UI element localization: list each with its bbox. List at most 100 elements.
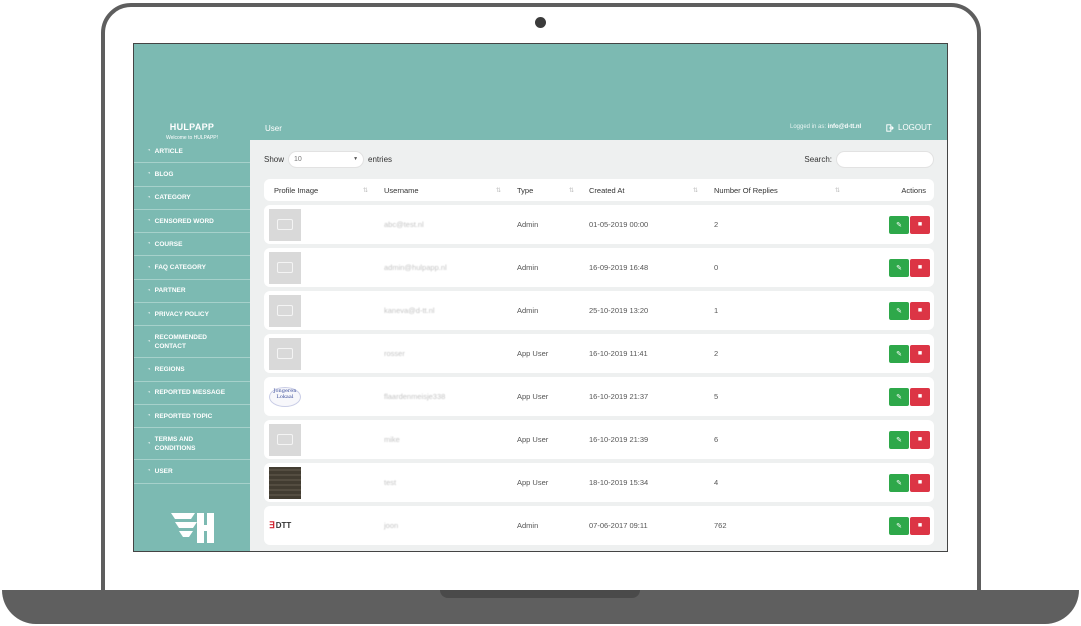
trash-icon: ■: [917, 522, 923, 529]
delete-button[interactable]: ■: [910, 344, 930, 363]
laptop-mockup: HULPAPP Welcome to HULPAPP! User Logged …: [0, 0, 1081, 626]
sort-icon: ⇅: [362, 187, 368, 194]
edit-button[interactable]: ✎: [889, 258, 909, 277]
column-header-actions: Actions: [846, 179, 934, 201]
sidebar-item-user[interactable]: ◔ USER: [134, 460, 250, 484]
dashboard-icon: ◔: [147, 194, 151, 201]
logout-button[interactable]: LOGOUT: [886, 123, 932, 132]
dtt-logo-text: DTT: [275, 521, 292, 530]
table-row: mike App User 16-10-2019 21:39 6 ✎ ■: [264, 420, 934, 459]
edit-button[interactable]: ✎: [889, 215, 909, 234]
delete-button[interactable]: ■: [910, 473, 930, 492]
table-row: Jongeren Lokaal flaardenmeisje338 App Us…: [264, 377, 934, 416]
sidebar-item-label: REPORTED MESSAGE: [154, 389, 226, 397]
sidebar-item-faq-category[interactable]: ◔ FAQ CATEGORY: [134, 256, 250, 280]
edit-button[interactable]: ✎: [889, 430, 909, 449]
type-cell: Admin: [517, 521, 539, 530]
entries-select[interactable]: 10 ▼: [288, 150, 365, 168]
username-cell: admin@hulpapp.nl: [384, 263, 447, 272]
logout-icon: [886, 123, 894, 132]
username-cell: rosser: [384, 349, 405, 358]
pencil-icon: ✎: [896, 350, 902, 358]
logout-label: LOGOUT: [898, 123, 932, 132]
laptop-notch: [440, 590, 640, 598]
column-header-type[interactable]: Type ⇅: [507, 179, 580, 201]
edit-button[interactable]: ✎: [889, 344, 909, 363]
table-row: test App User 18-10-2019 15:34 4 ✎ ■: [264, 463, 934, 502]
dashboard-icon: ◔: [147, 413, 151, 420]
type-cell: App User: [517, 349, 549, 358]
sidebar-item-privacy-policy[interactable]: ◔ PRIVACY POLICY: [134, 303, 250, 327]
placeholder-image-icon: [269, 251, 301, 284]
delete-button[interactable]: ■: [910, 387, 930, 406]
brand: HULPAPP Welcome to HULPAPP!: [134, 122, 250, 141]
column-header-created-at[interactable]: Created At ⇅: [580, 179, 704, 201]
edit-button[interactable]: ✎: [889, 473, 909, 492]
logged-in-info: Logged in as: info@d-tt.nl: [790, 124, 861, 130]
created-at-cell: 16-10-2019 11:41: [589, 349, 648, 358]
sidebar-item-regions[interactable]: ◔ REGIONS: [134, 358, 250, 382]
actions-cell: ✎ ■: [846, 420, 934, 459]
actions-cell: ✎ ■: [846, 377, 934, 416]
created-at-cell: 16-10-2019 21:39: [589, 435, 649, 444]
username-cell: joon: [384, 521, 399, 530]
app-name: HULPAPP: [169, 122, 215, 132]
actions-cell: ✎ ■: [846, 463, 934, 502]
delete-button[interactable]: ■: [910, 430, 930, 449]
delete-button[interactable]: ■: [910, 215, 930, 234]
dashboard-icon: ◔: [147, 389, 151, 396]
column-header-label: Created At: [589, 185, 625, 195]
created-at-cell: 07-06-2017 09:11: [589, 521, 648, 530]
profile-image-cell: [264, 334, 374, 373]
logged-in-email: info@d-tt.nl: [827, 124, 862, 130]
column-header-label: Profile Image: [274, 185, 319, 195]
column-header-label: Number Of Replies: [714, 185, 778, 195]
sidebar-item-category[interactable]: ◔ CATEGORY: [134, 187, 250, 210]
delete-button[interactable]: ■: [910, 516, 930, 535]
sidebar-item-partner[interactable]: ◔ PARTNER: [134, 280, 250, 304]
table-row: abc@test.nl Admin 01-05-2019 00:00 2 ✎ ■: [264, 205, 934, 244]
column-header-username[interactable]: Username ⇅: [374, 179, 507, 201]
search-input[interactable]: [836, 150, 934, 168]
edit-button[interactable]: ✎: [889, 301, 909, 320]
trash-icon: ■: [917, 307, 923, 314]
sidebar-item-label: FAQ CATEGORY: [154, 264, 206, 272]
dtt-logo-icon: ∃: [269, 520, 275, 530]
show-label: Show: [264, 154, 285, 164]
sidebar-item-article[interactable]: ◔ ARTICLE: [134, 140, 250, 164]
column-header-label: Username: [384, 185, 419, 195]
profile-photo: [269, 466, 301, 499]
column-header-label: Type: [517, 185, 534, 195]
entries-label: entries: [368, 154, 393, 164]
pencil-icon: ✎: [896, 307, 902, 315]
delete-button[interactable]: ■: [910, 258, 930, 277]
sidebar-item-recommended-contact[interactable]: ◔ RECOMMENDED CONTACT: [134, 326, 250, 359]
table-controls: Show 10 ▼ entries Search:: [264, 149, 934, 169]
dashboard-icon: ◔: [147, 218, 151, 225]
page-title: User: [265, 124, 282, 133]
sidebar-item-label: BLOG: [154, 170, 174, 178]
replies-cell: 2: [714, 349, 719, 358]
column-header-number-of-replies[interactable]: Number Of Replies ⇅: [704, 179, 846, 201]
sidebar-item-reported-topic[interactable]: ◔ REPORTED TOPIC: [134, 405, 250, 429]
replies-cell: 6: [714, 435, 719, 444]
dtt-logo: ∃ DTT: [269, 520, 291, 531]
search-control: Search:: [804, 150, 934, 168]
username-cell: flaardenmeisje338: [384, 392, 446, 401]
sidebar-item-reported-message[interactable]: ◔ REPORTED MESSAGE: [134, 382, 250, 405]
sidebar-item-censored-word[interactable]: ◔ CENSORED WORD: [134, 210, 250, 234]
sidebar-item-label: CATEGORY: [154, 194, 191, 202]
search-label: Search:: [804, 154, 832, 164]
actions-cell: ✎ ■: [846, 334, 934, 373]
column-header-profile-image[interactable]: Profile Image ⇅: [264, 179, 374, 201]
entries-length-control: Show 10 ▼ entries: [264, 150, 393, 168]
sidebar-item-terms-and-conditions[interactable]: ◔ TERMS AND CONDITIONS: [134, 428, 250, 461]
trash-icon: ■: [917, 221, 923, 228]
delete-button[interactable]: ■: [910, 301, 930, 320]
placeholder-image-icon: [269, 294, 301, 327]
edit-button[interactable]: ✎: [889, 516, 909, 535]
sidebar-item-course[interactable]: ◔ COURSE: [134, 233, 250, 257]
sidebar-item-blog[interactable]: ◔ BLOG: [134, 163, 250, 187]
logged-in-label: Logged in as:: [790, 124, 827, 130]
edit-button[interactable]: ✎: [889, 387, 909, 406]
